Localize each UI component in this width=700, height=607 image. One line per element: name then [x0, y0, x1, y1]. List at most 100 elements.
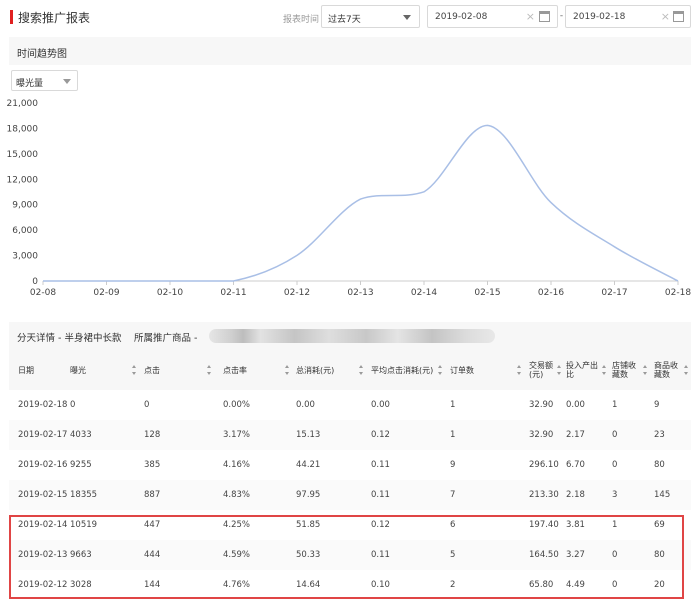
- cell-shop-favorites: 1: [612, 520, 618, 530]
- sort-icon[interactable]: [438, 365, 443, 375]
- metric-select[interactable]: 曝光量: [11, 70, 78, 91]
- cell-roi: 4.49: [566, 580, 585, 590]
- x-tick-label: 02-11: [220, 288, 246, 298]
- cell-orders: 9: [450, 460, 456, 470]
- column-header-shop-favorites[interactable]: 店铺收藏数: [612, 350, 642, 390]
- table-row: 2019-02-14 10519 447 4.25% 51.85 0.12 6 197.40 3…: [9, 510, 691, 540]
- column-header-exposure[interactable]: 曝光: [70, 350, 131, 390]
- column-header-avg-click-cost[interactable]: 平均点击消耗(元): [371, 350, 437, 390]
- column-header-orders[interactable]: 订单数: [450, 350, 516, 390]
- y-tick-label: 6,000: [12, 226, 38, 236]
- cell-shop-favorites: 1: [612, 400, 618, 410]
- sort-icon[interactable]: [207, 365, 212, 375]
- cell-total-cost: 51.85: [296, 520, 321, 530]
- cell-clicks: 447: [144, 520, 161, 530]
- cell-total-cost: 0.00: [296, 400, 315, 410]
- column-header-item-favorites[interactable]: 商品收藏数: [654, 350, 683, 390]
- cell-ctr: 0.00%: [223, 400, 251, 410]
- clear-icon[interactable]: ×: [661, 10, 670, 23]
- y-tick-label: 21,000: [7, 99, 39, 109]
- cell-roi: 6.70: [566, 460, 585, 470]
- y-tick-label: 18,000: [7, 124, 39, 134]
- cell-date: 2019-02-16: [18, 460, 68, 470]
- report-range-select[interactable]: 过去7天: [321, 5, 420, 28]
- cell-clicks: 887: [144, 490, 161, 500]
- cell-orders: 7: [450, 490, 456, 500]
- cell-avg-click-cost: 0.10: [371, 580, 390, 590]
- calendar-icon[interactable]: [539, 11, 550, 22]
- sort-icon[interactable]: [643, 365, 648, 375]
- column-header-total-cost[interactable]: 总消耗(元): [296, 350, 358, 390]
- cell-sales: 32.90: [529, 430, 554, 440]
- cell-shop-favorites: 0: [612, 580, 618, 590]
- cell-avg-click-cost: 0.12: [371, 430, 390, 440]
- product-name-blurred: [209, 329, 495, 343]
- cell-exposure: 3028: [70, 580, 92, 590]
- cell-shop-favorites: 0: [612, 430, 618, 440]
- cell-sales: 65.80: [529, 580, 554, 590]
- table-row: 2019-02-15 18355 887 4.83% 97.95 0.11 7 213.30 2…: [9, 480, 691, 510]
- y-tick-label: 12,000: [7, 175, 39, 185]
- cell-exposure: 10519: [70, 520, 98, 530]
- clear-icon[interactable]: ×: [526, 10, 535, 23]
- cell-exposure: 9663: [70, 550, 92, 560]
- cell-total-cost: 97.95: [296, 490, 321, 500]
- x-axis: 02-08 02-09 02-10 02-11 02-12 02-13 02-14 02-15…: [30, 280, 691, 298]
- cell-roi: 2.18: [566, 490, 585, 500]
- x-tick-label: 02-16: [538, 288, 564, 298]
- sort-icon[interactable]: [285, 365, 290, 375]
- y-tick-label: 15,000: [7, 150, 39, 160]
- column-header-clicks[interactable]: 点击: [144, 350, 206, 390]
- report-header: 搜索推广报表 报表时间 过去7天 2019-02-08 × - 2019-02-…: [0, 0, 700, 34]
- cell-avg-click-cost: 0.12: [371, 520, 390, 530]
- x-tick-label: 02-08: [30, 288, 56, 298]
- table-header-row: 日期 曝光 点击 点击率 总消耗(元) 平均点击消耗(元) 订单数 交易额(元) 投入产出比 店铺…: [9, 350, 691, 390]
- x-tick-label: 02-13: [347, 288, 373, 298]
- cell-ctr: 4.25%: [223, 520, 251, 530]
- table-row: 2019-02-18 0 0 0.00% 0.00 0.00 1 32.90 0.00 1 9: [9, 390, 691, 420]
- plot-area: [43, 124, 679, 282]
- cell-total-cost: 50.33: [296, 550, 321, 560]
- sort-icon[interactable]: [557, 365, 562, 375]
- table-row: 2019-02-12 3028 144 4.76% 14.64 0.10 2 65.80 4.4…: [9, 570, 691, 600]
- title-accent-bar: [10, 10, 13, 24]
- chevron-down-icon: [63, 79, 71, 84]
- x-tick-label: 02-12: [284, 288, 310, 298]
- cell-roi: 2.17: [566, 430, 585, 440]
- cell-item-favorites: 80: [654, 460, 665, 470]
- sort-icon[interactable]: [517, 365, 522, 375]
- column-header-sales[interactable]: 交易额(元): [529, 350, 556, 390]
- cell-avg-click-cost: 0.11: [371, 460, 390, 470]
- trend-section-header: 时间趋势图: [9, 37, 691, 65]
- table-row: 2019-02-16 9255 385 4.16% 44.21 0.11 9 296.10 6.…: [9, 450, 691, 480]
- cell-orders: 1: [450, 430, 456, 440]
- cell-sales: 197.40: [529, 520, 559, 530]
- column-header-ctr[interactable]: 点击率: [223, 350, 284, 390]
- cell-roi: 3.81: [566, 520, 585, 530]
- cell-item-favorites: 20: [654, 580, 665, 590]
- cell-exposure: 18355: [70, 490, 98, 500]
- series-line: [43, 124, 679, 282]
- page-title: 搜索推广报表: [18, 11, 91, 25]
- sort-icon[interactable]: [684, 365, 689, 375]
- table-row: 2019-02-17 4033 128 3.17% 15.13 0.12 1 32.90 2.1…: [9, 420, 691, 450]
- start-date-picker[interactable]: 2019-02-08 ×: [427, 5, 558, 28]
- cell-shop-favorites: 3: [612, 490, 618, 500]
- cell-exposure: 9255: [70, 460, 92, 470]
- calendar-icon[interactable]: [673, 11, 684, 22]
- cell-date: 2019-02-14: [18, 520, 68, 530]
- x-tick-label: 02-09: [93, 288, 119, 298]
- chevron-down-icon: [403, 15, 411, 20]
- end-date-picker[interactable]: 2019-02-18 ×: [565, 5, 691, 28]
- cell-shop-favorites: 0: [612, 550, 618, 560]
- cell-exposure: 4033: [70, 430, 92, 440]
- sort-icon[interactable]: [359, 365, 364, 375]
- cell-date: 2019-02-15: [18, 490, 68, 500]
- date-separator: -: [559, 11, 564, 21]
- column-header-roi[interactable]: 投入产出比: [566, 350, 601, 390]
- y-tick-label: 3,000: [12, 252, 38, 262]
- sort-icon[interactable]: [602, 365, 607, 375]
- cell-item-favorites: 23: [654, 430, 665, 440]
- cell-ctr: 4.16%: [223, 460, 251, 470]
- sort-icon[interactable]: [132, 365, 137, 375]
